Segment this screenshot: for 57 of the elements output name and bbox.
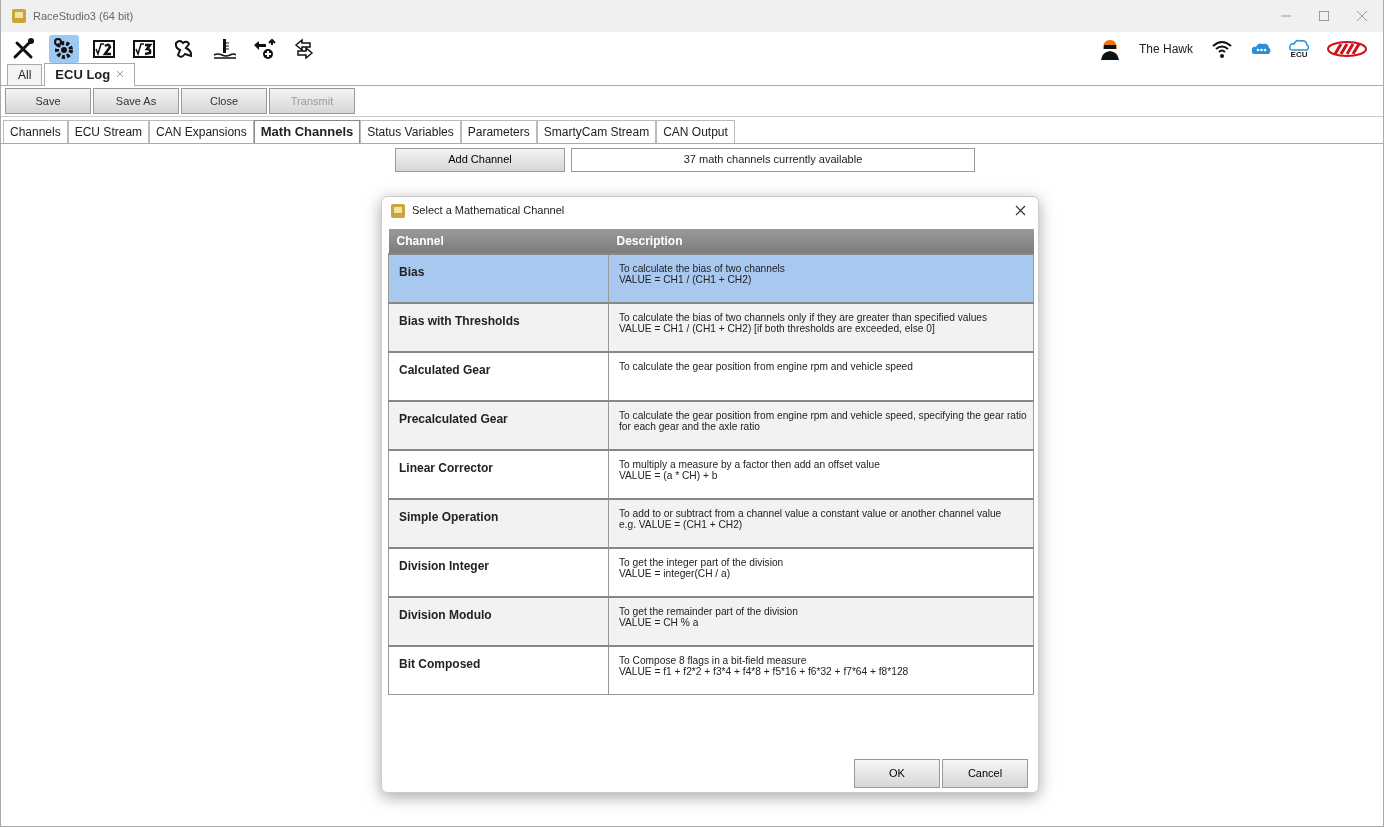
channel-description: To add to or subtract from a channel value a constant value or another channel value e.g. VALUE = (CH1 + CH2) bbox=[608, 498, 1034, 548]
section-tab[interactable]: SmartyCam Stream bbox=[536, 120, 657, 143]
channel-description: To calculate the bias of two channels VALUE = CH1 / (CH1 + CH2) bbox=[608, 253, 1034, 303]
channel-row[interactable]: Division Modulo To get the remainder part of the division VALUE = CH % a bbox=[388, 596, 1034, 646]
gears-icon bbox=[52, 37, 76, 61]
channel-name: Division Modulo bbox=[388, 596, 609, 646]
toolbar-button[interactable] bbox=[49, 35, 79, 63]
thermometer-icon bbox=[212, 37, 236, 61]
channel-name: Simple Operation bbox=[388, 498, 609, 548]
section-tab[interactable]: CAN Output bbox=[656, 120, 735, 143]
channel-description: To calculate the gear position from engine rpm and vehicle speed, specifying the gear ratio for each gear and the axle ratio bbox=[608, 400, 1034, 450]
app-icon bbox=[390, 202, 406, 219]
transfer-add-icon bbox=[252, 37, 276, 61]
action-button[interactable]: Close bbox=[181, 88, 267, 114]
section-tab[interactable]: Math Channels bbox=[253, 120, 361, 143]
cloud-label: ECU bbox=[1290, 51, 1308, 59]
channel-row[interactable]: Bias To calculate the bias of two channels VALUE = CH1 / (CH1 + CH2) bbox=[388, 253, 1034, 303]
channel-name: Bit Composed bbox=[388, 645, 609, 695]
channel-description: To Compose 8 flags in a bit-field measure VALUE = f1 + f2*2 + f3*4 + f4*8 + f5*16 + f6*32 + f7*64 + f8*128 bbox=[608, 645, 1034, 695]
action-button[interactable]: Save As bbox=[93, 88, 179, 114]
document-tab[interactable]: ECU Log bbox=[44, 62, 136, 86]
action-button[interactable]: Save bbox=[5, 88, 91, 114]
channel-row[interactable]: Precalculated Gear To calculate the gear position from engine rpm and vehicle speed, specifying the gear ratio for each gear and the axle ratio bbox=[388, 400, 1034, 450]
channel-row[interactable]: Bias with Thresholds To calculate the bias of two channels only if they are greater than specified values VALUE = CH1 / (CH1 + CH2) [if both thresholds are exceeded, else 0] bbox=[388, 302, 1034, 352]
close-icon[interactable] bbox=[1015, 205, 1026, 216]
user-name: The Hawk bbox=[1138, 41, 1193, 58]
channel-row[interactable]: Simple Operation To add to or subtract from a channel value a constant value or another channel value e.g. VALUE = (CH1 + CH2) bbox=[388, 498, 1034, 548]
channel-description: To calculate the bias of two channels only if they are greater than specified values VALUE = CH1 / (CH1 + CH2) [if both thresholds are exceeded, else 0] bbox=[608, 302, 1034, 352]
section-tab[interactable]: Channels bbox=[3, 120, 68, 143]
cloud-icon bbox=[1289, 39, 1309, 51]
tools-icon bbox=[12, 37, 36, 61]
availability-field: 37 math channels currently available bbox=[571, 147, 975, 172]
add-channel-button[interactable]: Add Channel bbox=[395, 147, 565, 172]
brand-logo bbox=[1327, 41, 1367, 57]
column-header: Description bbox=[608, 228, 1034, 254]
cloud-chat-icon bbox=[1251, 41, 1271, 57]
section-tab[interactable]: Parameters bbox=[460, 120, 537, 143]
wifi-icon bbox=[1211, 38, 1233, 60]
dialog-title: Select a Mathematical Channel bbox=[412, 203, 565, 219]
app-icon bbox=[11, 8, 27, 24]
window-title: RaceStudio3 (64 bit) bbox=[33, 8, 134, 24]
channel-description: To get the remainder part of the division VALUE = CH % a bbox=[608, 596, 1034, 646]
section-tab[interactable]: CAN Expansions bbox=[149, 120, 254, 143]
helmet-avatar-icon bbox=[1098, 38, 1121, 60]
section-tab[interactable]: ECU Stream bbox=[67, 120, 150, 143]
ok-button[interactable]: OK bbox=[854, 758, 940, 788]
channel-name: Bias with Thresholds bbox=[388, 302, 609, 352]
channel-name: Bias bbox=[388, 253, 609, 303]
square-root-icon bbox=[92, 37, 116, 61]
channel-row[interactable]: Bit Composed To Compose 8 flags in a bit-field measure VALUE = f1 + f2*2 + f3*4 + f4*8 + f5*16 + f6*32 + f7*64 + f8*128 bbox=[388, 645, 1034, 695]
document-tab[interactable]: All bbox=[7, 64, 43, 85]
transfer-icon bbox=[292, 37, 316, 61]
column-header: Channel bbox=[388, 228, 609, 254]
cancel-button[interactable]: Cancel bbox=[942, 758, 1028, 788]
cube-root-icon bbox=[132, 37, 156, 61]
section-tab[interactable]: Status Variables bbox=[360, 120, 461, 143]
channel-name: Precalculated Gear bbox=[388, 400, 609, 450]
